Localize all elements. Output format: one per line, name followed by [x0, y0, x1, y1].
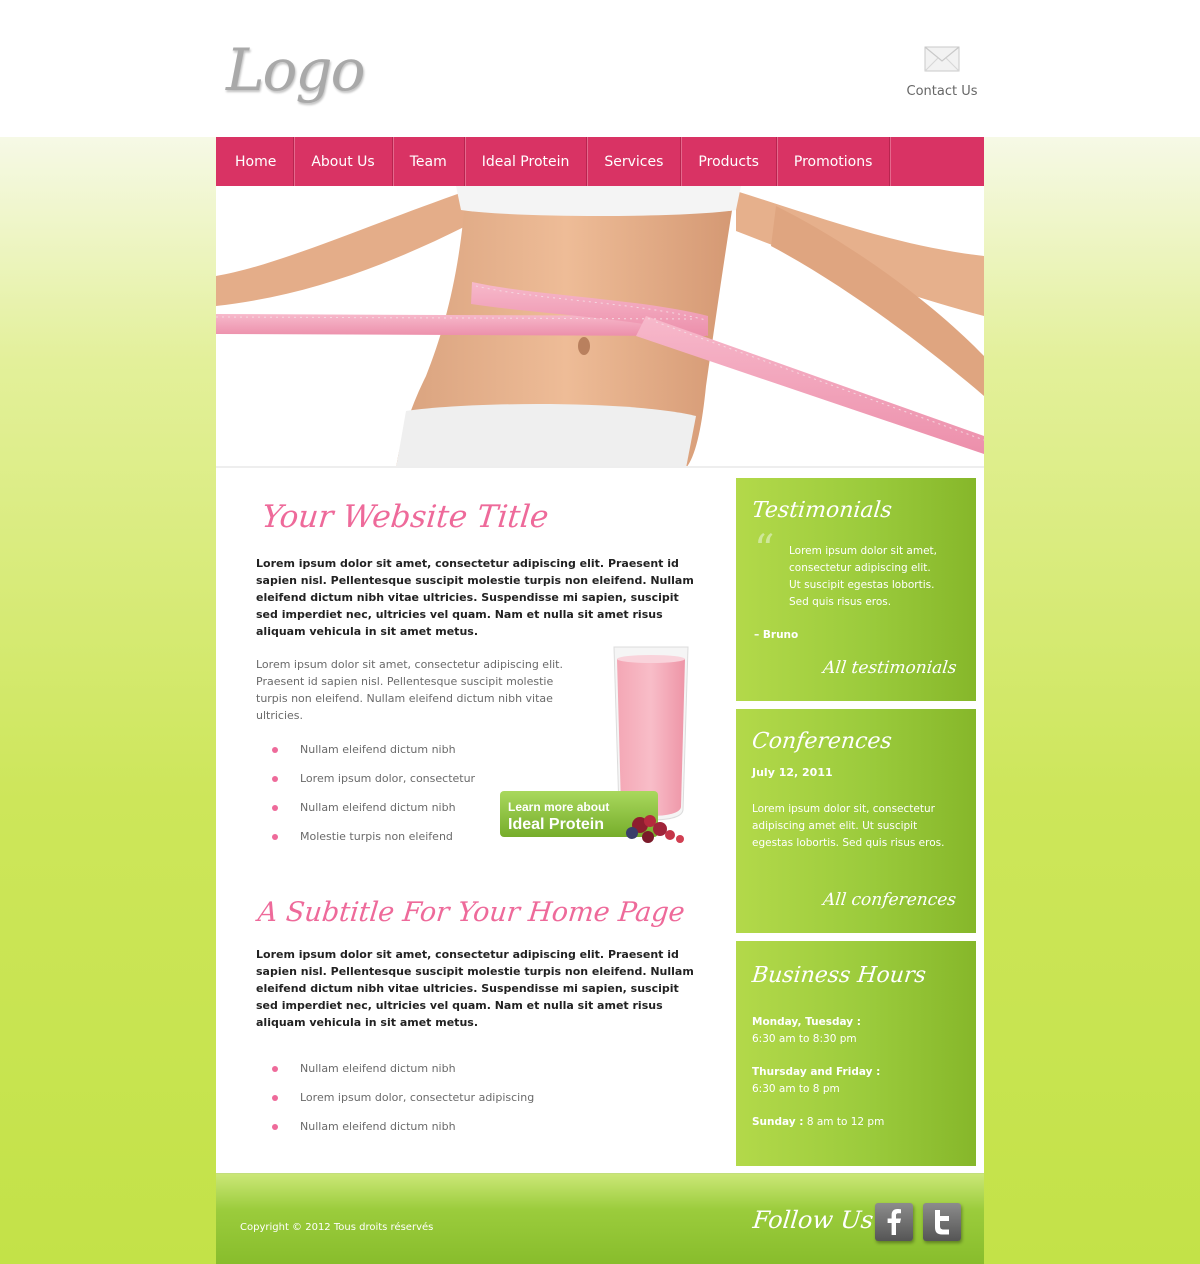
list-item: Molestie turpis non eleifend: [256, 830, 536, 859]
bullet-dot-icon: [272, 805, 278, 811]
header: Logo Contact Us: [0, 0, 1200, 137]
intro-bold-paragraph: Lorem ipsum dolor sit amet, consectetur …: [256, 557, 694, 638]
bullet-dot-icon: [272, 1124, 278, 1130]
all-conferences-link[interactable]: All conferences: [822, 890, 957, 910]
contact-link[interactable]: Contact Us: [900, 46, 984, 99]
bullet-dot-icon: [272, 1066, 278, 1072]
envelope-icon: [924, 46, 960, 72]
hero-image: [216, 186, 984, 468]
main-nav: Home About Us Team Ideal Protein Service…: [216, 137, 984, 186]
nav-item-promotions[interactable]: Promotions: [777, 137, 891, 186]
nav-item-ideal-protein[interactable]: Ideal Protein: [465, 137, 588, 186]
list-item: Nullam eleifend dictum nibh: [256, 801, 536, 830]
hours-entry: Monday, Tuesday : 6:30 am to 8:30 pm: [752, 1016, 861, 1045]
bullet-dot-icon: [272, 1095, 278, 1101]
conferences-title: Conferences: [750, 729, 894, 754]
testimonials-box: Testimonials “ Lorem ipsum dolor sit ame…: [736, 478, 976, 701]
nav-item-about-us[interactable]: About Us: [294, 137, 393, 186]
business-hours-title: Business Hours: [750, 963, 928, 988]
footer: Copyright © 2012 Tous droits réservés Fo…: [216, 1173, 984, 1264]
twitter-icon[interactable]: [923, 1203, 961, 1241]
list-item: Nullam eleifend dictum nibh: [256, 1062, 556, 1091]
all-testimonials-link[interactable]: All testimonials: [821, 658, 957, 678]
ideal-protein-promo[interactable]: Learn more about Ideal Protein: [500, 645, 710, 855]
hours-entry: Sunday : 8 am to 12 pm: [752, 1116, 885, 1128]
copyright-text: Copyright © 2012 Tous droits réservés: [240, 1222, 434, 1233]
nav-item-products[interactable]: Products: [681, 137, 777, 186]
testimonials-title: Testimonials: [750, 498, 894, 523]
feature-list: Nullam eleifend dictum nibh Lorem ipsum …: [256, 743, 536, 859]
bullet-dot-icon: [272, 747, 278, 753]
hero-illustration: [216, 186, 984, 466]
bullet-dot-icon: [272, 834, 278, 840]
testimonial-quote: Lorem ipsum dolor sit amet, consectetur …: [789, 545, 937, 608]
nav-item-home[interactable]: Home: [216, 137, 295, 186]
list-item: Nullam eleifend dictum nibh: [256, 743, 536, 772]
hours-entry: Thursday and Friday : 6:30 am to 8 pm: [752, 1066, 881, 1095]
conference-date: July 12, 2011: [752, 766, 833, 779]
secondary-bold-paragraph: Lorem ipsum dolor sit amet, consectetur …: [256, 948, 694, 1029]
testimonial-author: – Bruno: [754, 629, 799, 641]
secondary-list: Nullam eleifend dictum nibh Lorem ipsum …: [256, 1062, 556, 1149]
logo[interactable]: Logo: [226, 36, 365, 104]
protein-shake-glass-icon: Learn more about Ideal Protein: [500, 646, 689, 843]
promo-line2: Ideal Protein: [508, 816, 604, 833]
bullet-dot-icon: [272, 776, 278, 782]
list-item: Lorem ipsum dolor, consectetur: [256, 772, 536, 801]
page-title: Your Website Title: [260, 499, 551, 535]
nav-item-services[interactable]: Services: [587, 137, 682, 186]
list-item: Nullam eleifend dictum nibh: [256, 1120, 556, 1149]
facebook-icon[interactable]: [875, 1203, 913, 1241]
list-item: Lorem ipsum dolor, consectetur adipiscin…: [256, 1091, 556, 1120]
business-hours-box: Business Hours Monday, Tuesday : 6:30 am…: [736, 941, 976, 1166]
page-subtitle: A Subtitle For Your Home Page: [256, 897, 687, 928]
page-container: Home About Us Team Ideal Protein Service…: [216, 137, 984, 1264]
conferences-box: Conferences July 12, 2011 Lorem ipsum do…: [736, 709, 976, 933]
promo-line1: Learn more about: [508, 800, 609, 814]
nav-item-team[interactable]: Team: [393, 137, 465, 186]
follow-us-label: Follow Us: [751, 1206, 875, 1234]
contact-label: Contact Us: [906, 84, 978, 99]
conference-text: Lorem ipsum dolor sit, consectetur adipi…: [752, 803, 945, 849]
quote-icon: “: [754, 527, 775, 573]
